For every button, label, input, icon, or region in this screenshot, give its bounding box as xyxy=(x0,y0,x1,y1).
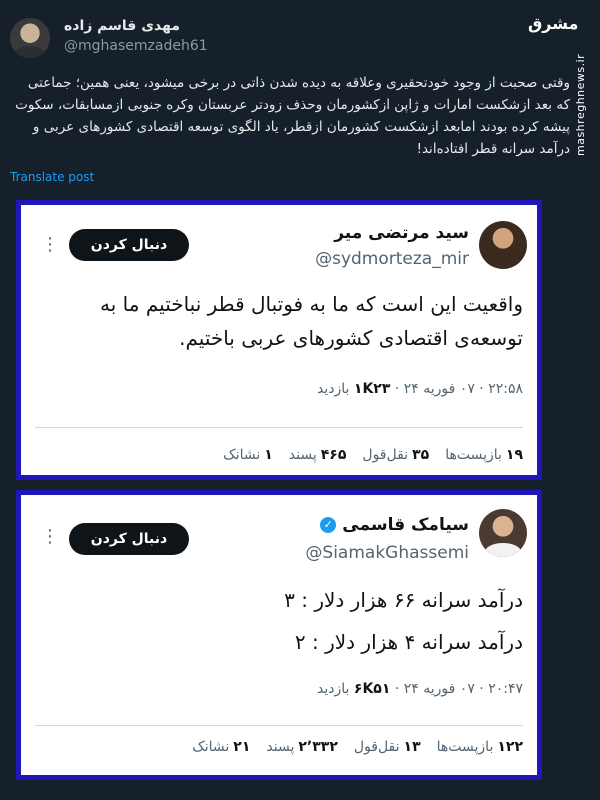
body-line: درآمد سرانه ۶۶ هزار دلار : ۳ xyxy=(284,588,523,612)
post-text: وقتی صحبت از وجود خودتحقیری وعلاقه به دی… xyxy=(15,75,570,157)
stat-quotes[interactable]: ۳۵نقل‌قول xyxy=(362,447,429,463)
view-count: ۶K۵۱ xyxy=(353,681,391,697)
quoted-author-name-text: سید مرتضی میر xyxy=(334,223,469,243)
stat-bookmarks[interactable]: ۱نشانک xyxy=(223,447,273,463)
translate-link[interactable]: Translate post xyxy=(10,170,94,184)
follow-button[interactable]: دنبال کردن xyxy=(69,523,189,555)
quoted-author-name[interactable]: سید مرتضی میر xyxy=(334,223,469,243)
quoted-author-handle[interactable]: @SiamakGhassemi xyxy=(305,543,469,563)
verified-badge-icon: ✓ xyxy=(320,517,337,533)
stat-quotes[interactable]: ۱۳نقل‌قول xyxy=(354,739,421,755)
tweet-meta: ۲۰:۴۷ · ۰۷ فوریه ۲۴ · ۶K۵۱ بازدید xyxy=(317,681,523,697)
tweet-stats: ۱۹بازپست‌ها ۳۵نقل‌قول ۴۶۵پسند ۱نشانک xyxy=(223,447,523,463)
divider xyxy=(35,725,523,726)
quoted-tweet-body: واقعیت این است که ما به فوتبال قطر نباخت… xyxy=(41,287,523,355)
stat-likes[interactable]: ۴۶۵پسند xyxy=(289,447,347,463)
body-line: توسعه‌ی اقتصادی کشورهای عربی باختیم. xyxy=(179,326,523,350)
quoted-tweet-1[interactable]: سید مرتضی میر @sydmorteza_mir دنبال کردن… xyxy=(16,200,542,480)
avatar[interactable] xyxy=(479,509,527,557)
more-options-icon[interactable]: ⋮ xyxy=(41,525,59,549)
tweet-stats: ۱۲۲بازپست‌ها ۱۳نقل‌قول ۲٬۳۳۲پسند ۲۱نشانک xyxy=(192,739,523,755)
stat-likes[interactable]: ۲٬۳۳۲پسند xyxy=(266,739,337,755)
tweet-time[interactable]: ۲۲:۵۸ · ۰۷ فوریه ۲۴ · xyxy=(390,381,523,397)
view-count: ۱K۲۳ xyxy=(353,381,391,397)
stat-bookmarks[interactable]: ۲۱نشانک xyxy=(192,739,250,755)
author-name[interactable]: مهدی قاسم زاده xyxy=(64,18,180,34)
more-options-icon[interactable]: ⋮ xyxy=(41,233,59,257)
watermark-site: mashreghnews.ir xyxy=(574,53,587,156)
stat-reposts[interactable]: ۱۹بازپست‌ها xyxy=(445,447,523,463)
watermark-logo: مشرق xyxy=(528,14,579,33)
quoted-tweet-2[interactable]: سیامک قاسمی ✓ @SiamakGhassemi دنبال کردن… xyxy=(16,490,542,780)
follow-button[interactable]: دنبال کردن xyxy=(69,229,189,261)
quoted-tweet-body: درآمد سرانه ۶۶ هزار دلار : ۳ درآمد سرانه… xyxy=(41,583,523,659)
tweet-meta: ۲۲:۵۸ · ۰۷ فوریه ۲۴ · ۱K۲۳ بازدید xyxy=(317,381,523,397)
quoted-author-handle[interactable]: @sydmorteza_mir xyxy=(315,249,469,269)
stat-reposts[interactable]: ۱۲۲بازپست‌ها xyxy=(437,739,523,755)
author-handle[interactable]: @mghasemzadeh61 xyxy=(64,38,208,54)
tweet-time[interactable]: ۲۰:۴۷ · ۰۷ فوریه ۲۴ · xyxy=(390,681,523,697)
quoted-author-name[interactable]: سیامک قاسمی ✓ xyxy=(320,515,469,535)
body-line: واقعیت این است که ما به فوتبال قطر نباخت… xyxy=(100,292,523,316)
view-label: بازدید xyxy=(317,381,354,397)
divider xyxy=(35,427,523,428)
post-header: مهدی قاسم زاده @mghasemzadeh61 xyxy=(10,14,530,64)
view-label: بازدید xyxy=(317,681,354,697)
body-line: درآمد سرانه ۴ هزار دلار : ۲ xyxy=(294,630,523,654)
avatar[interactable] xyxy=(479,221,527,269)
avatar[interactable] xyxy=(10,18,50,58)
quoted-author-name-text: سیامک قاسمی xyxy=(342,515,469,535)
